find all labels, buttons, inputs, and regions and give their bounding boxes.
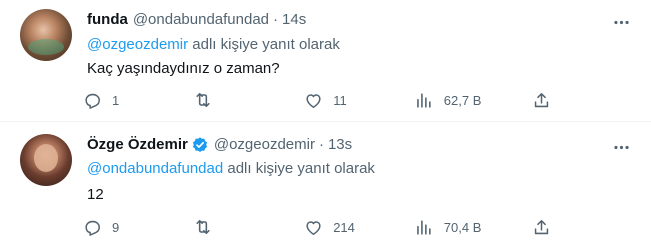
- avatar[interactable]: [20, 134, 72, 186]
- like-count: 11: [333, 92, 347, 108]
- like-count: 214: [333, 219, 355, 235]
- reply-icon: [82, 90, 102, 110]
- reply-context-text: adlı kişiye yanıt olarak: [188, 36, 340, 53]
- separator-dot: ·: [318, 136, 324, 153]
- views-count: 62,7 B: [443, 92, 482, 108]
- retweet-icon: [193, 90, 213, 110]
- retweet-icon: [193, 217, 213, 237]
- share-button[interactable]: [532, 90, 552, 110]
- reply-mention-link[interactable]: @ozgeozdemir: [87, 36, 188, 53]
- tweet-header: Özge Özdemir @ozgeozdemir · 13s: [87, 135, 352, 155]
- user-handle[interactable]: @ondabundafundad: [133, 10, 269, 30]
- share-icon: [532, 217, 552, 237]
- avatar[interactable]: [20, 9, 72, 61]
- tweet-text: Kaç yaşındaydınız o zaman?: [87, 60, 280, 77]
- display-name[interactable]: Özge Özdemir: [87, 135, 188, 155]
- reply-button[interactable]: 1: [82, 90, 142, 110]
- like-button[interactable]: 214: [303, 217, 363, 237]
- tweet-actions: 9 214 70,4 B: [82, 217, 552, 237]
- timestamp[interactable]: 14s: [282, 10, 306, 30]
- more-dots-icon[interactable]: [607, 8, 635, 36]
- tweet[interactable]: Özge Özdemir @ozgeozdemir · 13s @ondabun…: [0, 122, 651, 245]
- reply-icon: [82, 217, 102, 237]
- heart-icon: [303, 217, 323, 237]
- tweet[interactable]: funda @ondabundafundad · 14s @ozgeozdemi…: [0, 0, 651, 122]
- reply-context: @ondabundafundad adlı kişiye yanıt olara…: [87, 159, 375, 179]
- user-handle[interactable]: @ozgeozdemir: [214, 135, 315, 155]
- views-chart-icon: [414, 217, 434, 237]
- retweet-button[interactable]: [193, 90, 253, 110]
- reply-mention-link[interactable]: @ondabundafundad: [87, 160, 223, 177]
- views-chart-icon: [414, 90, 434, 110]
- tweet-text: 12: [87, 186, 104, 203]
- verified-badge-icon: [191, 136, 209, 154]
- reply-count: 9: [112, 219, 120, 235]
- reply-context-text: adlı kişiye yanıt olarak: [223, 160, 375, 177]
- reply-button[interactable]: 9: [82, 217, 142, 237]
- share-icon: [532, 90, 552, 110]
- heart-icon: [303, 90, 323, 110]
- like-button[interactable]: 11: [303, 90, 363, 110]
- more-dots-icon[interactable]: [607, 133, 635, 161]
- timestamp[interactable]: 13s: [328, 135, 352, 155]
- views-button[interactable]: 62,7 B: [414, 90, 482, 110]
- reply-context: @ozgeozdemir adlı kişiye yanıt olarak: [87, 35, 340, 55]
- tweet-actions: 1 11 62,7 B: [82, 90, 552, 110]
- views-button[interactable]: 70,4 B: [414, 217, 482, 237]
- display-name[interactable]: funda: [87, 10, 128, 30]
- views-count: 70,4 B: [443, 219, 482, 235]
- separator-dot: ·: [273, 11, 279, 28]
- reply-count: 1: [112, 92, 120, 108]
- tweet-header: funda @ondabundafundad · 14s: [87, 10, 306, 30]
- retweet-button[interactable]: [193, 217, 253, 237]
- share-button[interactable]: [532, 217, 552, 237]
